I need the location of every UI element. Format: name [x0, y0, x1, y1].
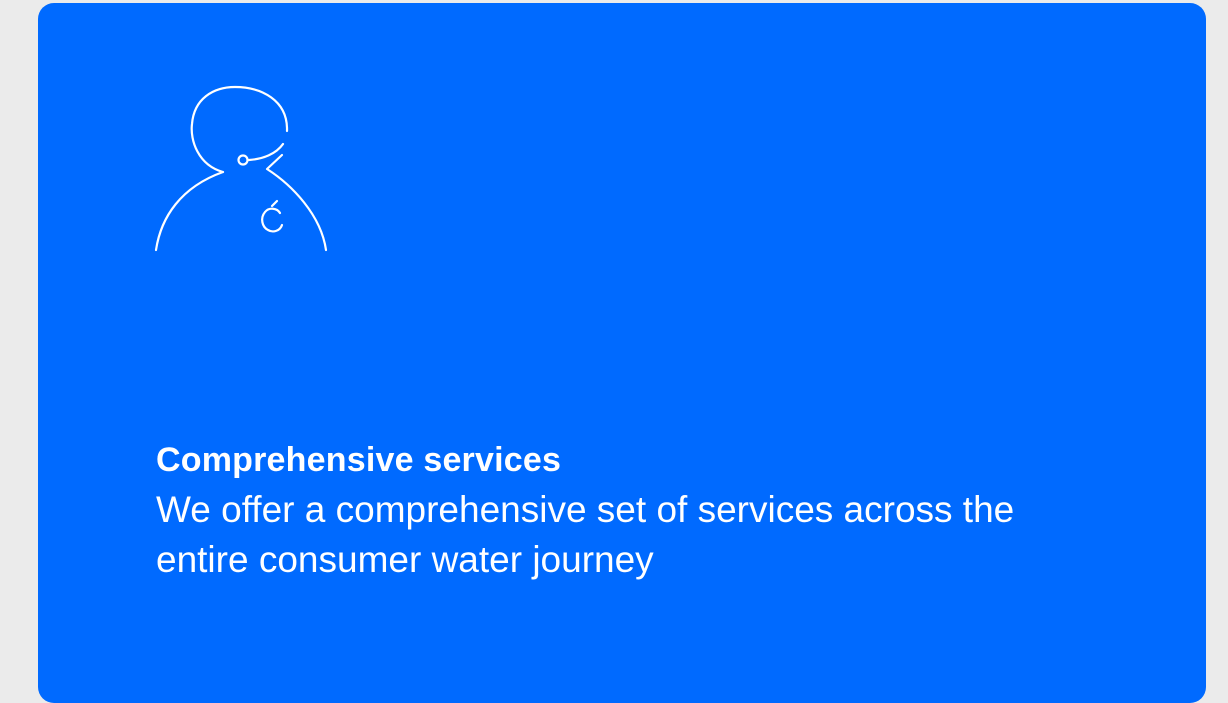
feature-description: We offer a comprehensive set of services…	[156, 489, 1015, 580]
customer-support-headset-icon	[154, 85, 328, 252]
feature-card: Comprehensive services We offer a compre…	[38, 3, 1206, 703]
feature-title: Comprehensive services	[156, 441, 562, 479]
feature-text: Comprehensive services We offer a compre…	[156, 435, 1156, 585]
